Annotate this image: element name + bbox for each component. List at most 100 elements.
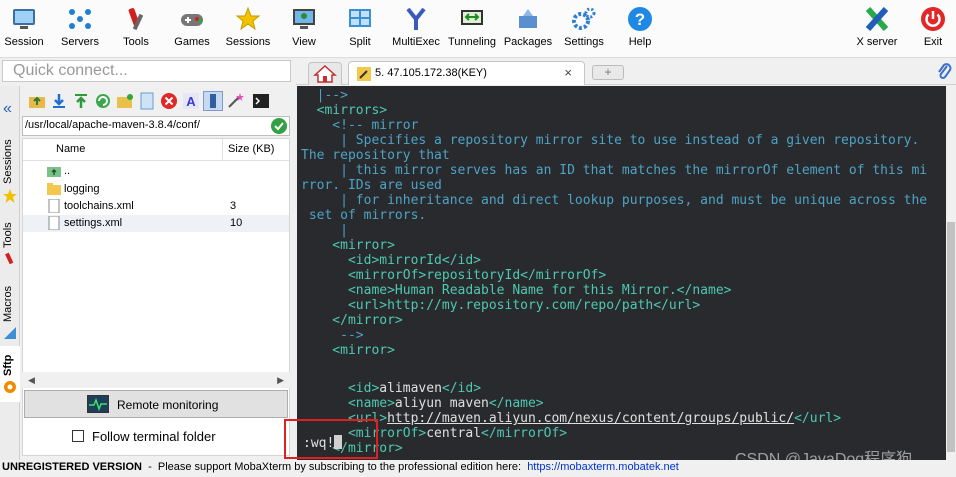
- toolbar-multiexec-button[interactable]: MultiExec: [386, 4, 446, 54]
- toolbar-help-button[interactable]: ? Help: [610, 4, 670, 54]
- download-icon[interactable]: [50, 92, 68, 110]
- svg-text:A: A: [186, 94, 196, 109]
- xserver-icon: [865, 6, 889, 32]
- close-tab-icon[interactable]: ×: [564, 65, 572, 80]
- scroll-right-icon[interactable]: ▶: [277, 375, 284, 386]
- terminal-output[interactable]: <id>alimaven</id> <name>aliyun maven</na…: [297, 86, 946, 460]
- file-list-horizontal-scrollbar[interactable]: ◀ ▶: [22, 372, 290, 388]
- home-icon: [313, 64, 337, 83]
- terminal-line: |-->: [301, 88, 348, 103]
- tools-icon: [128, 8, 144, 31]
- column-size[interactable]: Size (KB): [228, 143, 274, 155]
- tunneling-icon: [461, 10, 483, 25]
- toolbar-servers-button[interactable]: Servers: [50, 4, 110, 54]
- mobaxterm-window: Session Servers Tools Games Sessions Vie…: [0, 0, 956, 477]
- multiexec-icon: [406, 7, 426, 30]
- toolbar-xserver-button[interactable]: X server: [847, 4, 907, 54]
- sftp-icon: [4, 381, 16, 393]
- terminal-line: | this mirror serves has an ID that matc…: [301, 163, 928, 178]
- sftp-panel: A /usr/local/apache-maven-3.8.4/conf/ Na…: [20, 86, 292, 460]
- toolbar-tools-button[interactable]: Tools: [106, 4, 166, 54]
- collapse-panel-icon[interactable]: «: [3, 100, 12, 118]
- file-row-settings[interactable]: settings.xml 10: [23, 215, 289, 232]
- toolbar-tunneling-button[interactable]: Tunneling: [442, 4, 502, 54]
- tab-sessions[interactable]: Sessions: [0, 126, 20, 206]
- file-row-parent[interactable]: ..: [23, 163, 289, 180]
- new-file-icon[interactable]: [138, 92, 156, 110]
- new-tab-button[interactable]: +: [592, 65, 624, 80]
- terminal-icon[interactable]: [252, 92, 270, 110]
- terminal-line: <mirror>: [301, 238, 395, 253]
- packages-icon: [519, 9, 537, 28]
- mobaxterm-link[interactable]: https://mobaxterm.mobatek.net: [527, 461, 679, 473]
- terminal-line: rror. IDs are used: [301, 178, 442, 193]
- key-terminal-icon: [357, 67, 371, 81]
- checkbox[interactable]: [72, 430, 84, 442]
- refresh-icon[interactable]: [94, 92, 112, 110]
- power-icon: [921, 7, 945, 31]
- toolbar-packages-button[interactable]: Packages: [498, 4, 558, 54]
- folder-icon: [47, 183, 61, 195]
- status-bar: UNREGISTERED VERSION - Please support Mo…: [0, 460, 956, 477]
- unregistered-label: UNREGISTERED VERSION: [2, 461, 142, 473]
- file-icon: [48, 199, 60, 213]
- scroll-left-icon[interactable]: ◀: [28, 375, 35, 386]
- remote-monitoring-button[interactable]: Remote monitoring: [24, 390, 288, 418]
- paperclip-icon[interactable]: [936, 62, 952, 80]
- toolbar-view-button[interactable]: View: [274, 4, 334, 54]
- home-tab[interactable]: [308, 62, 342, 85]
- toolbar-games-button[interactable]: Games: [162, 4, 222, 54]
- tab-macros[interactable]: Macros: [0, 280, 20, 340]
- side-tabs: « Sessions Tools Macros Sftp: [0, 86, 20, 460]
- quick-connect-input[interactable]: Quick connect...: [2, 60, 291, 82]
- terminal-line: <id>alimaven</id>: [301, 381, 482, 396]
- file-row-logging[interactable]: logging: [23, 181, 289, 198]
- tab-tools[interactable]: Tools: [0, 214, 20, 274]
- column-name[interactable]: Name: [56, 143, 85, 155]
- sessions-star-icon: [235, 6, 261, 31]
- folder-up-icon[interactable]: [28, 92, 46, 110]
- sftp-path-field[interactable]: /usr/local/apache-maven-3.8.4/conf/: [22, 116, 290, 136]
- file-list-header: Name Size (KB): [23, 139, 289, 161]
- open-terminal-folder-icon[interactable]: [203, 91, 223, 111]
- tab-session-5[interactable]: 5. 47.105.172.38(KEY) ×: [348, 61, 585, 85]
- tools-small-icon: [5, 252, 14, 265]
- toolbar-exit-button[interactable]: Exit: [903, 4, 956, 54]
- file-row-toolchains[interactable]: toolchains.xml 3: [23, 198, 289, 215]
- tab-sftp[interactable]: Sftp: [0, 346, 20, 402]
- help-icon: ?: [628, 7, 652, 31]
- main-toolbar: Session Servers Tools Games Sessions Vie…: [0, 0, 956, 58]
- toolbar-sessions-button[interactable]: Sessions: [218, 4, 278, 54]
- delete-icon[interactable]: [160, 92, 178, 110]
- terminal-line: set of mirrors.: [301, 208, 427, 223]
- terminal-line: |: [301, 223, 348, 238]
- terminal-line: <mirrors>: [301, 103, 388, 118]
- parent-folder-icon: [47, 167, 61, 177]
- toolbar-session-button[interactable]: Session: [0, 4, 54, 54]
- terminal-line: <!-- mirror: [301, 118, 419, 133]
- path-confirm-icon[interactable]: [271, 118, 287, 134]
- toolbar-settings-button[interactable]: Settings: [554, 4, 614, 54]
- terminal-vertical-scrollbar[interactable]: [946, 86, 956, 460]
- file-icon: [48, 216, 60, 230]
- status-message: - Please support MobaXterm by subscribin…: [141, 461, 528, 473]
- highlight-annotation-box: [284, 419, 378, 459]
- session-tab-bar: 5. 47.105.172.38(KEY) × +: [296, 60, 956, 85]
- toolbar-split-button[interactable]: Split: [330, 4, 390, 54]
- terminal-line: <name>Human Readable Name for this Mirro…: [301, 283, 732, 298]
- terminal-line: <mirror>: [301, 343, 395, 358]
- upload-icon[interactable]: [72, 92, 90, 110]
- terminal-line: <name>aliyun maven</name>: [301, 396, 544, 411]
- terminal-line: <mirrorOf>repositoryId</mirrorOf>: [301, 268, 607, 283]
- terminal-line: The repository that: [301, 148, 450, 163]
- terminal-line: -->: [301, 328, 364, 343]
- magic-wand-icon[interactable]: [226, 92, 244, 110]
- session-icon: [13, 9, 35, 29]
- servers-icon: [69, 9, 91, 29]
- monitor-icon: [87, 395, 109, 413]
- sftp-toolbar: A: [24, 90, 290, 114]
- terminal-line: | Specifies a repository mirror site to …: [301, 133, 920, 148]
- rename-icon[interactable]: A: [182, 92, 200, 110]
- scrollbar-thumb[interactable]: [947, 222, 955, 452]
- new-folder-icon[interactable]: [116, 92, 134, 110]
